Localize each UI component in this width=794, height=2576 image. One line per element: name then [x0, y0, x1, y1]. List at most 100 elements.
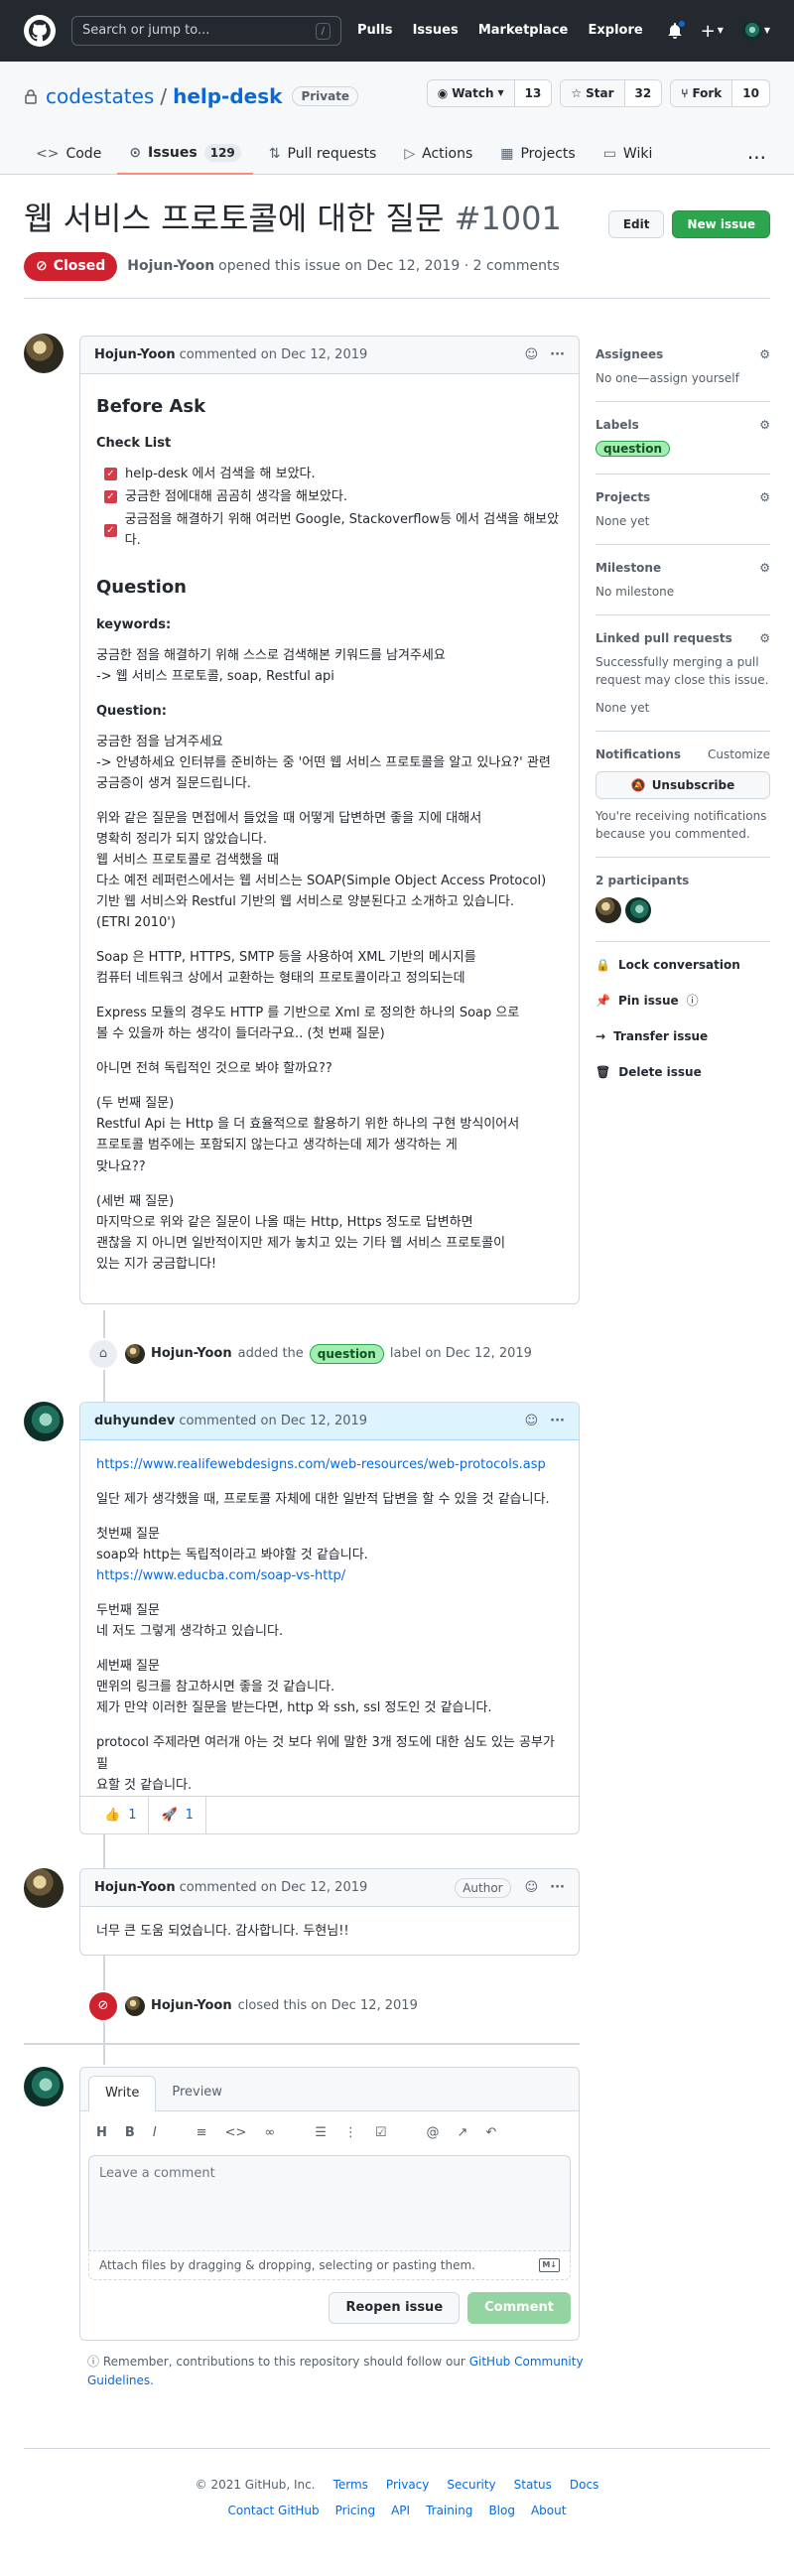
- footer-link[interactable]: Pricing: [335, 2502, 375, 2519]
- avatar[interactable]: [24, 1402, 64, 1441]
- watch-count[interactable]: 13: [515, 80, 552, 106]
- link[interactable]: https://www.educba.com/soap-vs-http/: [96, 1568, 345, 1583]
- footer-link[interactable]: API: [391, 2502, 410, 2519]
- footer-link[interactable]: About: [531, 2502, 566, 2519]
- unordered-list-icon[interactable]: ☰: [315, 2123, 327, 2143]
- reaction-thumbs-up[interactable]: 👍 1: [92, 1796, 150, 1834]
- gear-icon[interactable]: ⚙: [759, 416, 770, 434]
- markdown-icon[interactable]: M↓: [539, 2257, 560, 2272]
- gear-icon[interactable]: ⚙: [759, 345, 770, 363]
- delete-issue-button[interactable]: 🗑 Delete issue: [596, 1063, 770, 1081]
- create-new-plus-icon[interactable]: + ▼: [701, 18, 724, 45]
- task-list-icon[interactable]: ☑: [375, 2123, 387, 2143]
- tab-projects[interactable]: ▦ Projects: [488, 133, 587, 175]
- tab-write[interactable]: Write: [88, 2076, 157, 2111]
- event-actor[interactable]: Hojun-Yoon: [151, 1344, 232, 1364]
- gear-icon[interactable]: ⚙: [759, 488, 770, 506]
- transfer-issue-button[interactable]: → Transfer issue: [596, 1027, 770, 1045]
- footer-link[interactable]: Blog: [488, 2502, 515, 2519]
- comment-textarea[interactable]: Leave a comment: [88, 2154, 571, 2250]
- search-input[interactable]: Search or jump to... /: [71, 16, 341, 46]
- kebab-icon[interactable]: ···: [550, 1412, 565, 1431]
- label-question[interactable]: question: [309, 1344, 384, 1364]
- comment-button[interactable]: Comment: [467, 2291, 571, 2324]
- kebab-icon[interactable]: ···: [550, 345, 565, 365]
- footer-link[interactable]: Privacy: [386, 2476, 429, 2494]
- checkbox-checked-icon[interactable]: ✓: [104, 490, 117, 504]
- lock-conversation-button[interactable]: 🔒 Lock conversation: [596, 956, 770, 974]
- footer-link[interactable]: Contact GitHub: [228, 2502, 320, 2519]
- issue-author-link[interactable]: Hojun-Yoon: [127, 256, 214, 277]
- tab-pull-requests[interactable]: ⇅ Pull requests: [257, 133, 389, 175]
- mention-icon[interactable]: @: [427, 2123, 440, 2143]
- nav-issues[interactable]: Issues: [413, 23, 459, 38]
- repo-name-link[interactable]: help-desk: [173, 81, 282, 111]
- quote-icon[interactable]: ≡: [197, 2123, 207, 2143]
- fork-button[interactable]: ⑂ Fork 10: [670, 79, 770, 107]
- ordered-list-icon[interactable]: ⋮: [344, 2123, 357, 2143]
- avatar[interactable]: [24, 334, 64, 373]
- kebab-icon[interactable]: ···: [550, 1878, 565, 1898]
- gear-icon[interactable]: ⚙: [759, 559, 770, 577]
- footer-link[interactable]: Docs: [570, 2476, 598, 2494]
- event-actor[interactable]: Hojun-Yoon: [151, 1996, 232, 2016]
- tabs-more-icon[interactable]: ···: [747, 143, 766, 173]
- avatar[interactable]: [596, 896, 621, 923]
- footer-link[interactable]: Security: [447, 2476, 495, 2494]
- link-icon[interactable]: ∞: [264, 2123, 275, 2143]
- user-avatar-menu[interactable]: ▼: [740, 21, 770, 41]
- star-button[interactable]: ☆ Star 32: [560, 79, 663, 107]
- tab-actions[interactable]: ▷ Actions: [392, 133, 484, 175]
- tab-preview[interactable]: Preview: [156, 2075, 238, 2110]
- footer-link[interactable]: Status: [514, 2476, 552, 2494]
- attach-files-area[interactable]: Attach files by dragging & dropping, sel…: [88, 2249, 571, 2280]
- unsubscribe-button[interactable]: 🔕 Unsubscribe: [596, 770, 770, 799]
- fork-count[interactable]: 10: [732, 80, 769, 106]
- footer-link[interactable]: Terms: [333, 2476, 368, 2494]
- link[interactable]: https://www.realifewebdesigns.com/web-re…: [96, 1457, 546, 1472]
- comment-author[interactable]: duhyundev: [94, 1412, 175, 1431]
- tab-wiki[interactable]: ▭ Wiki: [592, 133, 665, 175]
- avatar[interactable]: [125, 1996, 145, 2016]
- reaction-rocket[interactable]: 🚀 1: [149, 1796, 206, 1834]
- reply-icon[interactable]: ↶: [485, 2123, 496, 2143]
- italic-icon[interactable]: I: [153, 2123, 157, 2143]
- edit-button[interactable]: Edit: [607, 210, 665, 238]
- heading-icon[interactable]: H: [96, 2123, 107, 2143]
- customize-link[interactable]: Customize: [708, 746, 770, 763]
- smiley-icon[interactable]: ☺: [525, 345, 539, 365]
- github-logo-icon[interactable]: [24, 15, 56, 47]
- reopen-issue-button[interactable]: Reopen issue: [329, 2291, 461, 2324]
- avatar[interactable]: [24, 2067, 64, 2106]
- tab-code[interactable]: <> Code: [24, 133, 113, 175]
- nav-marketplace[interactable]: Marketplace: [478, 23, 569, 38]
- footer-link[interactable]: Training: [426, 2502, 472, 2519]
- cross-reference-icon[interactable]: ↗: [458, 2123, 468, 2143]
- gear-icon[interactable]: ⚙: [759, 629, 770, 647]
- comment-meta[interactable]: commented on Dec 12, 2019: [180, 345, 368, 365]
- smiley-icon[interactable]: ☺: [525, 1412, 539, 1431]
- avatar[interactable]: [625, 896, 651, 923]
- repo-owner-link[interactable]: codestates: [46, 81, 154, 111]
- new-issue-button[interactable]: New issue: [672, 210, 770, 238]
- bold-icon[interactable]: B: [125, 2123, 135, 2143]
- star-count[interactable]: 32: [625, 80, 662, 106]
- nav-pulls[interactable]: Pulls: [357, 23, 392, 38]
- assign-yourself-link[interactable]: No one—assign yourself: [596, 369, 770, 387]
- comment-meta[interactable]: commented on Dec 12, 2019: [180, 1878, 368, 1898]
- comment-meta[interactable]: commented on Dec 12, 2019: [179, 1412, 367, 1431]
- checkbox-checked-icon[interactable]: ✓: [104, 523, 117, 537]
- pin-issue-button[interactable]: 📌 Pin issue ⓘ: [596, 992, 770, 1010]
- avatar[interactable]: [125, 1344, 145, 1364]
- comment-author[interactable]: Hojun-Yoon: [94, 345, 176, 365]
- avatar[interactable]: [24, 1868, 64, 1908]
- label-question[interactable]: question: [596, 441, 671, 457]
- watch-button[interactable]: ◉ Watch ▼ 13: [426, 79, 553, 107]
- smiley-icon[interactable]: ☺: [525, 1878, 539, 1898]
- code-icon[interactable]: <>: [225, 2123, 247, 2143]
- tab-issues[interactable]: ⊙ Issues 129: [117, 133, 253, 175]
- notification-bell-icon[interactable]: [667, 20, 686, 39]
- comment-author[interactable]: Hojun-Yoon: [94, 1878, 176, 1898]
- checkbox-checked-icon[interactable]: ✓: [104, 468, 117, 481]
- nav-explore[interactable]: Explore: [589, 23, 643, 38]
